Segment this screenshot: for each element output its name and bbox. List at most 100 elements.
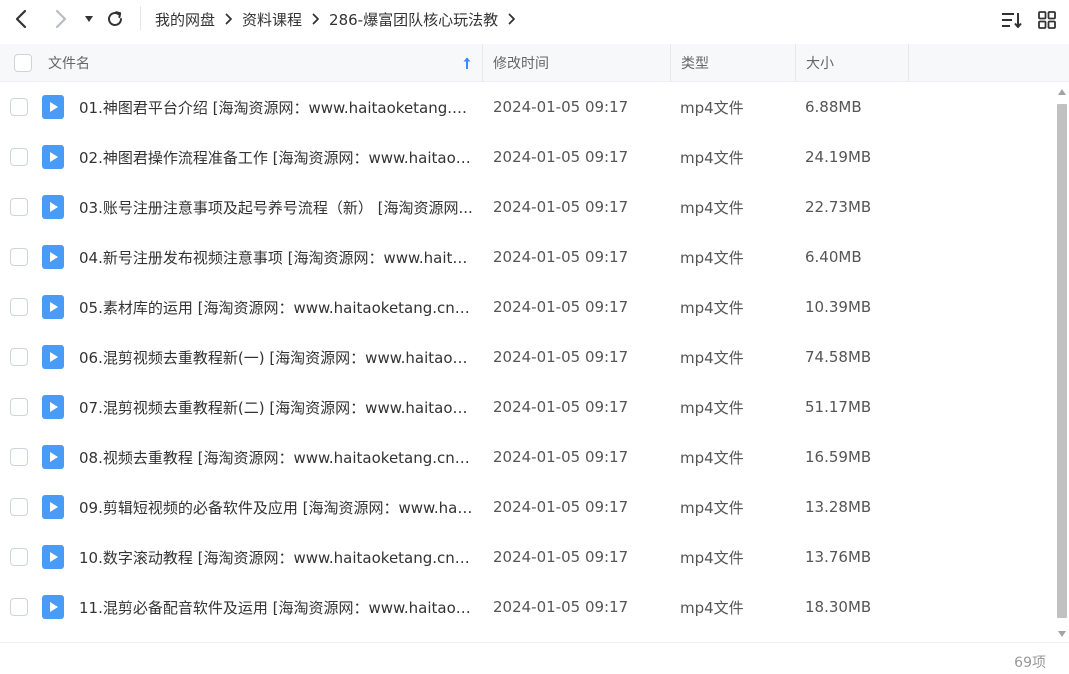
table-row[interactable]: 03.账号注册注意事项及起号养号流程（新） [海淘资源网... 2024-01-…: [0, 182, 1055, 232]
video-file-icon: [42, 445, 64, 469]
file-size: 74.58MB: [805, 348, 872, 366]
video-file-icon: [42, 345, 64, 369]
file-size: 16.59MB: [805, 448, 872, 466]
file-modified-time: 2024-01-05 09:17: [493, 148, 629, 166]
file-size: 10.39MB: [805, 298, 872, 316]
file-name[interactable]: 11.混剪必备配音软件及运用 [海淘资源网：www.haitaok...: [79, 582, 474, 632]
file-size: 6.40MB: [805, 248, 862, 266]
item-count: 69项: [1014, 655, 1046, 671]
file-size: 6.88MB: [805, 98, 862, 116]
column-divider[interactable]: [670, 44, 671, 82]
history-dropdown-button[interactable]: [82, 8, 96, 30]
row-checkbox[interactable]: [10, 448, 28, 466]
file-name[interactable]: 01.神图君平台介绍 [海淘资源网：www.haitaoketang.c...: [79, 82, 474, 132]
forward-button[interactable]: [50, 8, 72, 30]
table-row[interactable]: 05.素材库的运用 [海淘资源网：www.haitaoketang.cn]...…: [0, 282, 1055, 332]
column-divider[interactable]: [908, 44, 909, 82]
video-file-icon: [42, 295, 64, 319]
table-row[interactable]: 08.视频去重教程 [海淘资源网：www.haitaoketang.cn]...…: [0, 432, 1055, 482]
column-header-type[interactable]: 类型: [681, 44, 709, 82]
file-type: mp4文件: [680, 298, 744, 317]
breadcrumb-separator-icon: [508, 13, 516, 25]
select-all-checkbox[interactable]: [14, 44, 32, 82]
column-header-name[interactable]: 文件名: [48, 44, 90, 82]
scroll-up-arrow-icon[interactable]: [1057, 88, 1067, 96]
file-type: mp4文件: [680, 248, 744, 267]
vertical-scrollbar[interactable]: [1055, 86, 1069, 638]
breadcrumb-separator-icon: [225, 13, 233, 25]
file-name[interactable]: 08.视频去重教程 [海淘资源网：www.haitaoketang.cn]...…: [79, 432, 474, 482]
row-checkbox[interactable]: [10, 98, 28, 116]
file-name[interactable]: 04.新号注册发布视频注意事项 [海淘资源网：www.haita...: [79, 232, 474, 282]
row-checkbox[interactable]: [10, 548, 28, 566]
file-type: mp4文件: [680, 98, 744, 117]
file-type: mp4文件: [680, 348, 744, 367]
row-checkbox[interactable]: [10, 598, 28, 616]
file-name[interactable]: 06.混剪视频去重教程新(一) [海淘资源网：www.haitaok...: [79, 332, 474, 382]
row-checkbox[interactable]: [10, 298, 28, 316]
back-button[interactable]: [10, 8, 32, 30]
row-checkbox[interactable]: [10, 248, 28, 266]
table-row[interactable]: 06.混剪视频去重教程新(一) [海淘资源网：www.haitaok... 20…: [0, 332, 1055, 382]
footer-divider: [0, 642, 1069, 643]
row-checkbox[interactable]: [10, 398, 28, 416]
file-name[interactable]: 09.剪辑短视频的必备软件及应用 [海淘资源网：www.hai...: [79, 482, 474, 532]
file-name[interactable]: 02.神图君操作流程准备工作 [海淘资源网：www.haitaok...: [79, 132, 474, 182]
breadcrumb: 我的网盘 资料课程 286-爆富团队核心玩法教: [155, 8, 525, 30]
row-checkbox[interactable]: [10, 348, 28, 366]
column-divider[interactable]: [482, 44, 483, 82]
row-checkbox[interactable]: [10, 148, 28, 166]
file-modified-time: 2024-01-05 09:17: [493, 198, 629, 216]
column-divider[interactable]: [795, 44, 796, 82]
file-size: 22.73MB: [805, 198, 872, 216]
file-modified-time: 2024-01-05 09:17: [493, 498, 629, 516]
video-file-icon: [42, 145, 64, 169]
breadcrumb-item-courses[interactable]: 资料课程: [242, 9, 302, 30]
scroll-down-arrow-icon[interactable]: [1057, 630, 1067, 638]
breadcrumb-item-current[interactable]: 286-爆富团队核心玩法教: [329, 9, 498, 30]
file-list: 01.神图君平台介绍 [海淘资源网：www.haitaoketang.c... …: [0, 82, 1055, 642]
chevron-right-icon: [55, 9, 67, 29]
file-type: mp4文件: [680, 398, 744, 417]
table-row[interactable]: 02.神图君操作流程准备工作 [海淘资源网：www.haitaok... 202…: [0, 132, 1055, 182]
video-file-icon: [42, 195, 64, 219]
file-modified-time: 2024-01-05 09:17: [493, 98, 629, 116]
view-toggle-button[interactable]: [1037, 10, 1057, 34]
breadcrumb-separator-icon: [312, 13, 320, 25]
file-type: mp4文件: [680, 198, 744, 217]
table-row[interactable]: 10.数字滚动教程 [海淘资源网：www.haitaoketang.cn]...…: [0, 532, 1055, 582]
file-name[interactable]: 10.数字滚动教程 [海淘资源网：www.haitaoketang.cn]...…: [79, 532, 474, 582]
file-modified-time: 2024-01-05 09:17: [493, 348, 629, 366]
file-modified-time: 2024-01-05 09:17: [493, 398, 629, 416]
file-size: 51.17MB: [805, 398, 872, 416]
table-row[interactable]: 07.混剪视频去重教程新(二) [海淘资源网：www.haitaok... 20…: [0, 382, 1055, 432]
caret-down-icon: [85, 16, 93, 22]
sort-button[interactable]: [1001, 10, 1023, 34]
table-row[interactable]: 09.剪辑短视频的必备软件及应用 [海淘资源网：www.hai... 2024-…: [0, 482, 1055, 532]
video-file-icon: [42, 395, 64, 419]
top-toolbar: 我的网盘 资料课程 286-爆富团队核心玩法教: [0, 0, 1069, 40]
grid-view-icon: [1038, 11, 1056, 29]
column-header-modified[interactable]: 修改时间: [493, 44, 549, 82]
sort-ascending-icon[interactable]: [462, 44, 472, 82]
file-name[interactable]: 05.素材库的运用 [海淘资源网：www.haitaoketang.cn]...…: [79, 282, 474, 332]
file-type: mp4文件: [680, 548, 744, 567]
table-row[interactable]: 01.神图君平台介绍 [海淘资源网：www.haitaoketang.c... …: [0, 82, 1055, 132]
checkbox-box: [14, 54, 32, 72]
file-type: mp4文件: [680, 448, 744, 467]
row-checkbox[interactable]: [10, 498, 28, 516]
file-size: 13.28MB: [805, 498, 872, 516]
file-name[interactable]: 07.混剪视频去重教程新(二) [海淘资源网：www.haitaok...: [79, 382, 474, 432]
refresh-button[interactable]: [104, 8, 126, 30]
video-file-icon: [42, 495, 64, 519]
row-checkbox[interactable]: [10, 198, 28, 216]
breadcrumb-item-root[interactable]: 我的网盘: [155, 9, 215, 30]
table-row[interactable]: 11.混剪必备配音软件及运用 [海淘资源网：www.haitaok... 202…: [0, 582, 1055, 632]
scrollbar-thumb[interactable]: [1057, 104, 1067, 618]
file-type: mp4文件: [680, 598, 744, 617]
file-size: 18.30MB: [805, 598, 872, 616]
file-name[interactable]: 03.账号注册注意事项及起号养号流程（新） [海淘资源网...: [79, 182, 474, 232]
column-header-size[interactable]: 大小: [806, 44, 834, 82]
table-row[interactable]: 04.新号注册发布视频注意事项 [海淘资源网：www.haita... 2024…: [0, 232, 1055, 282]
video-file-icon: [42, 595, 64, 619]
